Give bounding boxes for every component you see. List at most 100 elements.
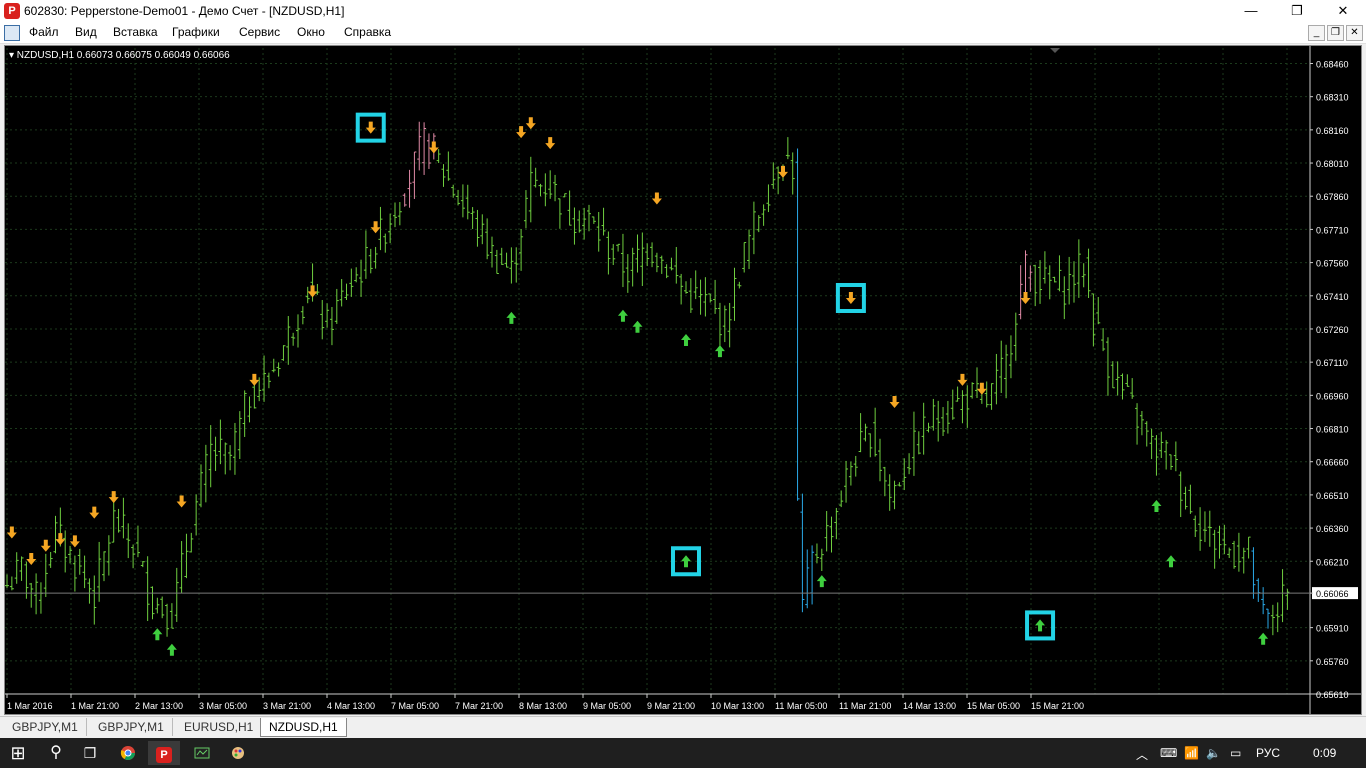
chart-window-icon[interactable] bbox=[4, 25, 20, 41]
price-tick-label: 0.67260 bbox=[1316, 325, 1349, 335]
time-tick-label: 14 Mar 13:00 bbox=[903, 701, 956, 711]
wifi-icon[interactable]: 📶 bbox=[1184, 746, 1199, 760]
menu-file[interactable]: Файл bbox=[29, 25, 59, 39]
sell-arrow-icon bbox=[428, 141, 439, 154]
time-tick-label: 11 Mar 21:00 bbox=[839, 701, 891, 711]
buy-arrow-icon bbox=[632, 320, 643, 333]
buy-arrow-icon bbox=[1258, 632, 1269, 645]
tab-gbpjpy-m1-a[interactable]: GBPJPY,M1 bbox=[4, 718, 87, 736]
buy-arrow-icon bbox=[1166, 555, 1176, 568]
buy-arrow-icon bbox=[506, 311, 517, 324]
price-tick-label: 0.67410 bbox=[1316, 292, 1349, 302]
chart-canvas[interactable]: 0.68460 0.68310 0.68160 0.68010 0.67860 0.677… bbox=[5, 46, 1361, 714]
buy-arrow-icon bbox=[1035, 619, 1046, 632]
time-tick-label: 9 Mar 05:00 bbox=[583, 701, 631, 711]
menu-help[interactable]: Справка bbox=[344, 25, 391, 39]
sell-arrow-icon bbox=[957, 373, 968, 386]
buy-arrow-icon bbox=[166, 643, 177, 656]
time-tick-label: 10 Mar 13:00 bbox=[711, 701, 764, 711]
buy-arrow-icon bbox=[681, 555, 691, 568]
chevron-up-icon[interactable]: ︿ bbox=[1136, 746, 1148, 763]
sell-arrow-icon bbox=[516, 126, 527, 139]
sell-arrow-icon bbox=[976, 382, 987, 395]
time-tick-label: 1 Mar 2016 bbox=[7, 701, 53, 711]
time-tick-label: 3 Mar 21:00 bbox=[263, 701, 311, 711]
sell-arrow-icon bbox=[26, 553, 37, 566]
menu-window[interactable]: Окно bbox=[297, 25, 325, 39]
terminal-icon[interactable] bbox=[186, 741, 218, 765]
clock[interactable]: 0:09 bbox=[1313, 746, 1336, 760]
sell-arrow-icon bbox=[176, 495, 187, 508]
menu-insert[interactable]: Вставка bbox=[113, 25, 158, 39]
menu-charts[interactable]: Графики bbox=[172, 25, 220, 39]
time-tick-label: 15 Mar 21:00 bbox=[1031, 701, 1084, 711]
keyboard-icon[interactable]: ⌨ bbox=[1160, 746, 1177, 760]
pepperstone-app-icon: P bbox=[4, 3, 20, 19]
language-indicator[interactable]: РУС bbox=[1256, 746, 1280, 760]
menu-view[interactable]: Вид bbox=[75, 25, 97, 39]
price-tick-label: 0.66210 bbox=[1316, 557, 1349, 567]
tab-nzdusd-h1[interactable]: NZDUSD,H1 bbox=[260, 718, 347, 737]
chrome-icon[interactable] bbox=[112, 741, 144, 765]
time-tick-label: 15 Mar 05:00 bbox=[967, 701, 1020, 711]
maximize-button[interactable]: ❐ bbox=[1274, 0, 1320, 22]
sell-arrow-icon bbox=[370, 221, 381, 234]
price-tick-label: 0.66810 bbox=[1316, 425, 1349, 435]
price-tick-label: 0.68310 bbox=[1316, 93, 1349, 103]
price-tick-label: 0.66510 bbox=[1316, 491, 1349, 501]
time-tick-label: 7 Mar 21:00 bbox=[455, 701, 503, 711]
tab-eurusd-h1[interactable]: EURUSD,H1 bbox=[176, 718, 263, 736]
price-tick-label: 0.68010 bbox=[1316, 159, 1349, 169]
buy-arrow-icon bbox=[714, 345, 725, 358]
price-tick-label: 0.66960 bbox=[1316, 391, 1349, 401]
sell-arrow-icon bbox=[40, 539, 51, 552]
price-chart[interactable]: 0.68460 0.68310 0.68160 0.68010 0.67860 0.677… bbox=[4, 45, 1362, 715]
close-button[interactable]: ✕ bbox=[1320, 0, 1366, 22]
time-tick-label: 8 Mar 13:00 bbox=[519, 701, 567, 711]
sell-arrow-icon bbox=[889, 395, 900, 408]
time-tick-label: 4 Mar 13:00 bbox=[327, 701, 375, 711]
sell-arrow-icon bbox=[845, 291, 856, 304]
search-icon[interactable]: ⚲ bbox=[40, 741, 72, 765]
time-tick-label: 7 Mar 05:00 bbox=[391, 701, 439, 711]
mdi-close-button[interactable]: ✕ bbox=[1346, 25, 1363, 41]
price-tick-label: 0.68160 bbox=[1316, 126, 1349, 136]
price-tick-label: 0.67710 bbox=[1316, 225, 1349, 235]
price-tick-label: 0.67860 bbox=[1316, 192, 1349, 202]
taskbar: ⊞ ⚲ ❐ P ︿ ⌨ 📶 🔈 ▭ РУС 0:09 bbox=[0, 738, 1366, 768]
menu-tools[interactable]: Сервис bbox=[239, 25, 280, 39]
start-icon[interactable]: ⊞ bbox=[2, 741, 34, 765]
price-tick-label: 0.65760 bbox=[1316, 657, 1349, 667]
pepperstone-taskbar-icon[interactable]: P bbox=[148, 741, 180, 765]
tab-gbpjpy-m1-b[interactable]: GBPJPY,M1 bbox=[90, 718, 173, 736]
mdi-restore-button[interactable]: ❐ bbox=[1327, 25, 1344, 41]
sell-arrow-icon bbox=[545, 137, 556, 150]
buy-arrow-icon bbox=[1151, 499, 1162, 512]
price-tick-label: 0.66360 bbox=[1316, 524, 1349, 534]
buy-arrow-icon bbox=[816, 575, 827, 588]
sell-arrow-icon bbox=[365, 121, 376, 134]
mdi-minimize-button[interactable]: _ bbox=[1308, 25, 1325, 41]
price-tick-label: 0.66660 bbox=[1316, 458, 1349, 468]
sell-arrow-icon bbox=[89, 506, 100, 519]
price-tick-label: 0.67110 bbox=[1316, 358, 1348, 368]
sell-arrow-icon bbox=[525, 117, 536, 130]
sell-arrow-icon bbox=[249, 373, 260, 386]
notifications-icon[interactable]: ▭ bbox=[1230, 746, 1241, 760]
chart-shift-marker-icon bbox=[1050, 48, 1060, 53]
price-tick-label: 0.65910 bbox=[1316, 624, 1349, 634]
buy-arrow-icon bbox=[681, 334, 691, 347]
sell-arrow-icon bbox=[1020, 291, 1031, 304]
window-title: 602830: Pepperstone-Demo01 - Демо Счет -… bbox=[24, 4, 345, 18]
title-bar: P 602830: Pepperstone-Demo01 - Демо Счет… bbox=[0, 0, 1366, 22]
time-tick-label: 1 Mar 21:00 bbox=[71, 701, 119, 711]
paint-icon[interactable] bbox=[222, 741, 254, 765]
chart-tabs: GBPJPY,M1 GBPJPY,M1 EURUSD,H1 NZDUSD,H1 bbox=[0, 716, 1366, 738]
sell-arrow-icon bbox=[778, 165, 788, 178]
price-tick-label: 0.67560 bbox=[1316, 259, 1349, 269]
minimize-button[interactable]: — bbox=[1228, 0, 1274, 22]
volume-icon[interactable]: 🔈 bbox=[1206, 746, 1221, 760]
sell-arrow-icon bbox=[108, 491, 119, 504]
task-view-icon[interactable]: ❐ bbox=[74, 741, 106, 765]
symbol-info: ▾ NZDUSD,H1 0.66073 0.66075 0.66049 0.66… bbox=[9, 50, 230, 61]
